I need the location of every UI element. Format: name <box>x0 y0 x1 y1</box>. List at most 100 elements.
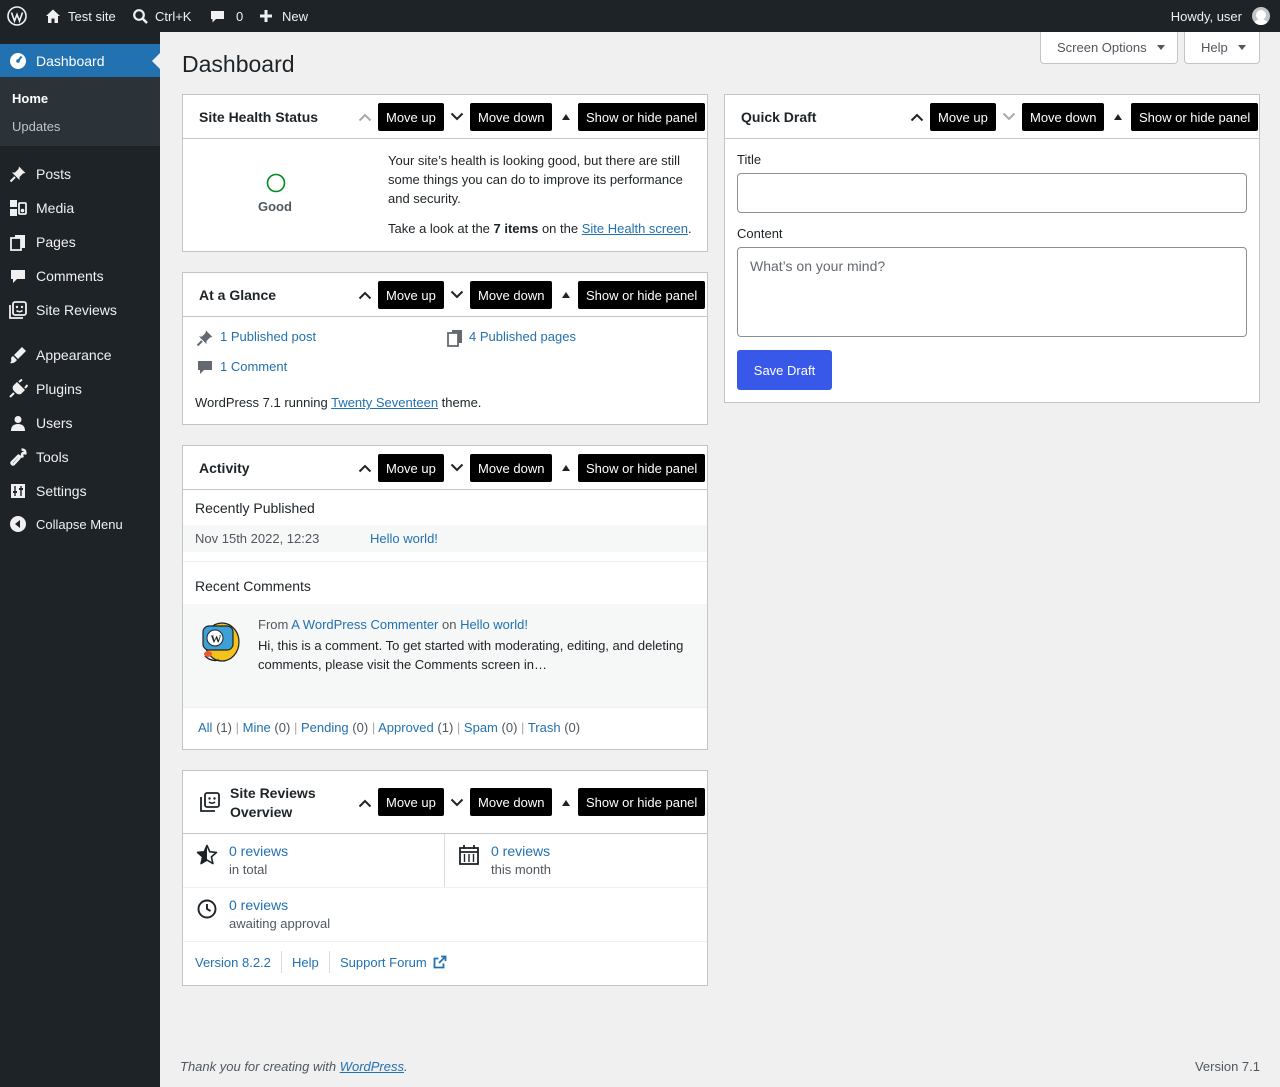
sidebar-item-tools[interactable]: Tools <box>0 440 160 474</box>
screen-options-button[interactable]: Screen Options <box>1040 32 1178 64</box>
published-post-link[interactable]: Hello world! <box>370 531 438 546</box>
health-message: Your site’s health is looking good, but … <box>388 153 683 206</box>
avatar <box>1252 7 1270 25</box>
filter-all-link[interactable]: All <box>198 720 212 735</box>
submenu-item-home[interactable]: Home <box>12 91 48 106</box>
published-posts-link[interactable]: 1 Published post <box>220 329 316 344</box>
theme-link[interactable]: Twenty Seventeen <box>331 395 438 410</box>
comments-link[interactable]: 1 Comment <box>220 359 287 374</box>
panel-header: Site Reviews Overview Move up Move down S… <box>183 771 707 834</box>
site-health-screen-link[interactable]: Site Health screen <box>582 221 688 236</box>
panel-title: Activity <box>199 460 250 476</box>
toggle-panel-icon[interactable] <box>558 459 574 477</box>
chevron-up-icon[interactable] <box>909 108 925 126</box>
media-icon <box>8 198 28 218</box>
footer-version: Version 7.1 <box>1194 1059 1260 1074</box>
version-link[interactable]: Version 8.2.2 <box>195 955 271 970</box>
help-link[interactable]: Help <box>292 955 319 970</box>
sidebar-item-settings[interactable]: Settings <box>0 474 160 508</box>
external-link-icon <box>433 955 447 969</box>
sidebar-item-users[interactable]: Users <box>0 406 160 440</box>
sidebar-item-label: Settings <box>36 483 87 499</box>
filter-approved-link[interactable]: Approved <box>378 720 434 735</box>
new-content-button[interactable]: New <box>258 0 308 32</box>
site-reviews-panel: Site Reviews Overview Move up Move down S… <box>182 770 708 986</box>
total-reviews-link[interactable]: 0 reviews <box>229 843 288 859</box>
toggle-panel-icon[interactable] <box>1110 108 1126 126</box>
move-up-tooltip: Move up <box>930 103 996 131</box>
sidebar-item-label: Plugins <box>36 381 82 397</box>
move-up-tooltip: Move up <box>378 281 444 309</box>
move-down-tooltip: Move down <box>470 281 553 309</box>
sidebar-item-appearance[interactable]: Appearance <box>0 338 160 372</box>
panel-header: Site Health Status Move up Move down Sho… <box>183 95 707 139</box>
calendar-icon <box>459 845 479 865</box>
toggle-panel-icon[interactable] <box>558 794 574 812</box>
divider <box>183 941 707 942</box>
chevron-down-icon[interactable] <box>1001 108 1017 126</box>
filter-mine-link[interactable]: Mine <box>243 720 271 735</box>
site-reviews-icon <box>200 792 220 812</box>
commenter-link[interactable]: A WordPress Commenter <box>291 617 438 632</box>
chevron-down-icon[interactable] <box>449 286 465 304</box>
toggle-panel-tooltip: Show or hide panel <box>1131 103 1259 131</box>
toggle-panel-icon[interactable] <box>558 286 574 304</box>
sidebar-item-pages[interactable]: Pages <box>0 225 160 259</box>
chevron-up-icon[interactable] <box>357 794 373 812</box>
sidebar-item-label: Appearance <box>36 347 112 363</box>
help-button[interactable]: Help <box>1184 32 1260 64</box>
submenu-item-updates[interactable]: Updates <box>12 119 60 134</box>
sidebar-item-label: Pages <box>36 234 76 250</box>
sidebar-item-label: Dashboard <box>36 53 105 69</box>
chevron-down-icon[interactable] <box>449 794 465 812</box>
toggle-panel-icon[interactable] <box>558 108 574 126</box>
wordpress-logo-icon[interactable] <box>7 0 27 32</box>
chevron-down-icon[interactable] <box>449 459 465 477</box>
pushpin-icon <box>8 164 28 184</box>
total-reviews-label: in total <box>229 862 268 877</box>
published-pages-link[interactable]: 4 Published pages <box>469 329 576 344</box>
sidebar-item-media[interactable]: Media <box>0 191 160 225</box>
month-reviews-link[interactable]: 0 reviews <box>491 843 550 859</box>
svg-text:W: W <box>211 634 222 646</box>
footer-thanks: Thank you for creating with WordPress. <box>180 1059 408 1074</box>
comments-link[interactable]: 0 <box>209 0 243 32</box>
site-name-link[interactable]: Test site <box>44 0 116 32</box>
sidebar-item-label: Tools <box>36 449 69 465</box>
panel-title: Site Health Status <box>199 109 319 125</box>
collapse-menu-button[interactable]: Collapse Menu <box>0 507 160 541</box>
health-status-label: Good <box>258 199 292 214</box>
sidebar-item-posts[interactable]: Posts <box>0 157 160 191</box>
sidebar-item-site-reviews[interactable]: Site Reviews <box>0 293 160 327</box>
list-item: W From A WordPress Commenter on Hello wo… <box>183 604 707 707</box>
health-items-count: 7 items <box>493 221 539 236</box>
support-forum-link[interactable]: Support Forum <box>340 955 447 970</box>
sidebar-item-comments[interactable]: Comments <box>0 259 160 293</box>
month-reviews-label: this month <box>491 862 551 877</box>
wordpress-link[interactable]: WordPress <box>340 1059 404 1074</box>
comment-filters: All (1) | Mine (0) | Pending (0) | Appro… <box>198 720 581 735</box>
save-draft-button[interactable]: Save Draft <box>737 350 832 390</box>
dashboard-gauge-icon <box>8 51 28 71</box>
filter-spam-link[interactable]: Spam <box>464 720 498 735</box>
sidebar-item-dashboard[interactable]: Dashboard <box>0 44 160 78</box>
search-icon <box>133 8 148 24</box>
sidebar-item-plugins[interactable]: Plugins <box>0 372 160 406</box>
awaiting-reviews-label: awaiting approval <box>229 916 331 931</box>
draft-title-input[interactable] <box>737 173 1247 213</box>
draft-content-textarea[interactable] <box>737 247 1247 337</box>
page-title: Dashboard <box>182 51 295 77</box>
awaiting-reviews-link[interactable]: 0 reviews <box>229 897 288 913</box>
command-palette-button[interactable]: Ctrl+K <box>132 0 191 32</box>
comments-count: 0 <box>236 8 244 24</box>
chevron-up-icon[interactable] <box>357 459 373 477</box>
filter-pending-link[interactable]: Pending <box>301 720 349 735</box>
filter-trash-link[interactable]: Trash <box>528 720 561 735</box>
chevron-up-icon[interactable] <box>357 108 373 126</box>
user-account-menu[interactable]: Howdy, user <box>1171 0 1270 32</box>
chevron-down-icon[interactable] <box>449 108 465 126</box>
chevron-up-icon[interactable] <box>357 286 373 304</box>
sidebar-item-label: Posts <box>36 166 72 182</box>
comment-post-link[interactable]: Hello world! <box>460 617 528 632</box>
divider <box>183 561 707 562</box>
